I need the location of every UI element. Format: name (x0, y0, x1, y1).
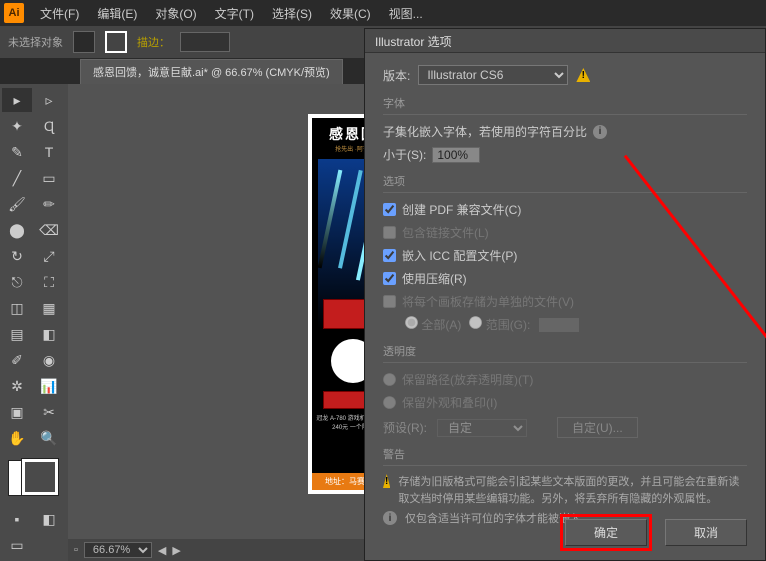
menu-bar: Ai 文件(F) 编辑(E) 对象(O) 文字(T) 选择(S) 效果(C) 视… (0, 0, 766, 26)
shape-builder-tool[interactable]: ◫ (2, 296, 32, 320)
cancel-button[interactable]: 取消 (665, 519, 747, 546)
direct-selection-tool[interactable]: ▹ (34, 88, 64, 112)
stroke-label: 描边： (137, 34, 170, 50)
type-tool[interactable]: T (34, 140, 64, 164)
opt-embed-icc[interactable]: 嵌入 ICC 配置文件(P) (383, 247, 747, 264)
scale-tool[interactable]: ⤢ (34, 244, 64, 268)
opt-include-linked: 包含链接文件(L) (383, 224, 747, 241)
zoom-tool[interactable]: 🔍 (34, 426, 64, 450)
menu-type[interactable]: 文字(T) (207, 5, 262, 22)
opt-each-artboard: 将每个画板存储为单独的文件(V) (383, 293, 747, 310)
app-logo: Ai (4, 3, 24, 23)
mesh-tool[interactable]: ▤ (2, 322, 32, 346)
warning-section-title: 警告 (383, 446, 747, 466)
eyedropper-tool[interactable]: ✐ (2, 348, 32, 372)
version-select[interactable]: Illustrator CS6 (418, 65, 568, 85)
status-icon: ▫ (74, 544, 78, 556)
preset-select: 自定 (437, 419, 527, 437)
font-section-title: 字体 (383, 95, 747, 115)
pen-tool[interactable]: ✎ (2, 140, 32, 164)
menu-view[interactable]: 视图... (381, 5, 431, 22)
version-label: 版本: (383, 67, 410, 84)
selection-tool[interactable]: ▸ (2, 88, 32, 112)
font-lt-label: 小于(S): (383, 146, 426, 163)
width-tool[interactable]: ⎋ (2, 270, 32, 294)
line-tool[interactable]: ╱ (2, 166, 32, 190)
color-mode[interactable]: ▪ (2, 507, 32, 531)
no-selection-label: 未选择对象 (8, 34, 63, 50)
preset-custom-button: 自定(U)... (557, 417, 638, 438)
document-tab[interactable]: 感恩回馈，诚意巨献.ai* @ 66.67% (CMYK/预览) (80, 59, 343, 84)
warning-icon: ! (576, 68, 590, 82)
symbol-sprayer-tool[interactable]: ✲ (2, 374, 32, 398)
pencil-tool[interactable]: ✏ (34, 192, 64, 216)
warning-text-2: 仅包含适当许可位的字体才能被嵌入。 (405, 511, 592, 528)
slice-tool[interactable]: ✂ (34, 400, 64, 424)
stroke-color[interactable] (22, 459, 58, 495)
blend-tool[interactable]: ◉ (34, 348, 64, 372)
stroke-weight[interactable] (180, 32, 230, 52)
transparency-section-title: 透明度 (383, 343, 747, 363)
font-percent-input[interactable] (432, 147, 480, 163)
radio-all: 全部(A) (405, 316, 461, 333)
preset-label: 预设(R): (383, 419, 427, 436)
rotate-tool[interactable]: ↻ (2, 244, 32, 268)
warning-icon: ! (383, 474, 390, 488)
hand-tool[interactable]: ✋ (2, 426, 32, 450)
trans-preserve-overprint: 保留外观和叠印(I) (383, 394, 747, 411)
artboard-radios: 全部(A) 范围(G): (405, 316, 747, 333)
magic-wand-tool[interactable]: ✦ (2, 114, 32, 138)
brush-tool[interactable]: 🖌 (2, 192, 32, 216)
menu-select[interactable]: 选择(S) (264, 5, 320, 22)
free-transform-tool[interactable]: ⛶ (34, 270, 64, 294)
artboard-tool[interactable]: ▣ (2, 400, 32, 424)
nav-right-icon[interactable]: ▶ (172, 544, 180, 557)
menu-effect[interactable]: 效果(C) (322, 5, 379, 22)
trans-preserve-paths: 保留路径(放弃透明度)(T) (383, 371, 747, 388)
perspective-tool[interactable]: ▦ (34, 296, 64, 320)
opt-pdf-compat[interactable]: 创建 PDF 兼容文件(C) (383, 201, 747, 218)
options-section-title: 选项 (383, 173, 747, 193)
stroke-swatch[interactable] (105, 31, 127, 53)
info-icon: i (593, 125, 607, 139)
nav-left-icon[interactable]: ◀ (158, 544, 166, 557)
ok-button[interactable]: 确定 (565, 519, 647, 546)
warning-text-1: 存储为旧版格式可能会引起某些文本版面的更改，并且可能会在重新读取文档时停用某些编… (398, 474, 747, 507)
font-subset-desc: 子集化嵌入字体，若使用的字符百分比 (383, 123, 587, 140)
menu-object[interactable]: 对象(O) (147, 5, 204, 22)
screen-mode[interactable]: ▭ (2, 533, 32, 557)
color-swatches[interactable] (8, 460, 58, 495)
illustrator-options-dialog: Illustrator 选项 版本: Illustrator CS6 ! 字体 … (364, 28, 766, 561)
range-input (538, 317, 580, 333)
menu-file[interactable]: 文件(F) (32, 5, 87, 22)
lasso-tool[interactable]: Ɋ (34, 114, 64, 138)
draw-mode[interactable]: ◧ (34, 507, 64, 531)
radio-range: 范围(G): (469, 316, 530, 333)
gradient-tool[interactable]: ◧ (34, 322, 64, 346)
dialog-title: Illustrator 选项 (365, 29, 765, 53)
zoom-selector[interactable]: 66.67% (84, 542, 152, 558)
info-icon: i (383, 511, 397, 525)
menu-edit[interactable]: 编辑(E) (89, 5, 145, 22)
toolbox: ▸▹ ✦Ɋ ✎T ╱▭ 🖌✏ ⬤⌫ ↻⤢ ⎋⛶ ◫▦ ▤◧ ✐◉ ✲📊 ▣✂ ✋… (0, 84, 68, 561)
blob-brush-tool[interactable]: ⬤ (2, 218, 32, 242)
opt-use-compression[interactable]: 使用压缩(R) (383, 270, 747, 287)
graph-tool[interactable]: 📊 (34, 374, 64, 398)
rectangle-tool[interactable]: ▭ (34, 166, 64, 190)
eraser-tool[interactable]: ⌫ (34, 218, 64, 242)
fill-swatch[interactable] (73, 31, 95, 53)
